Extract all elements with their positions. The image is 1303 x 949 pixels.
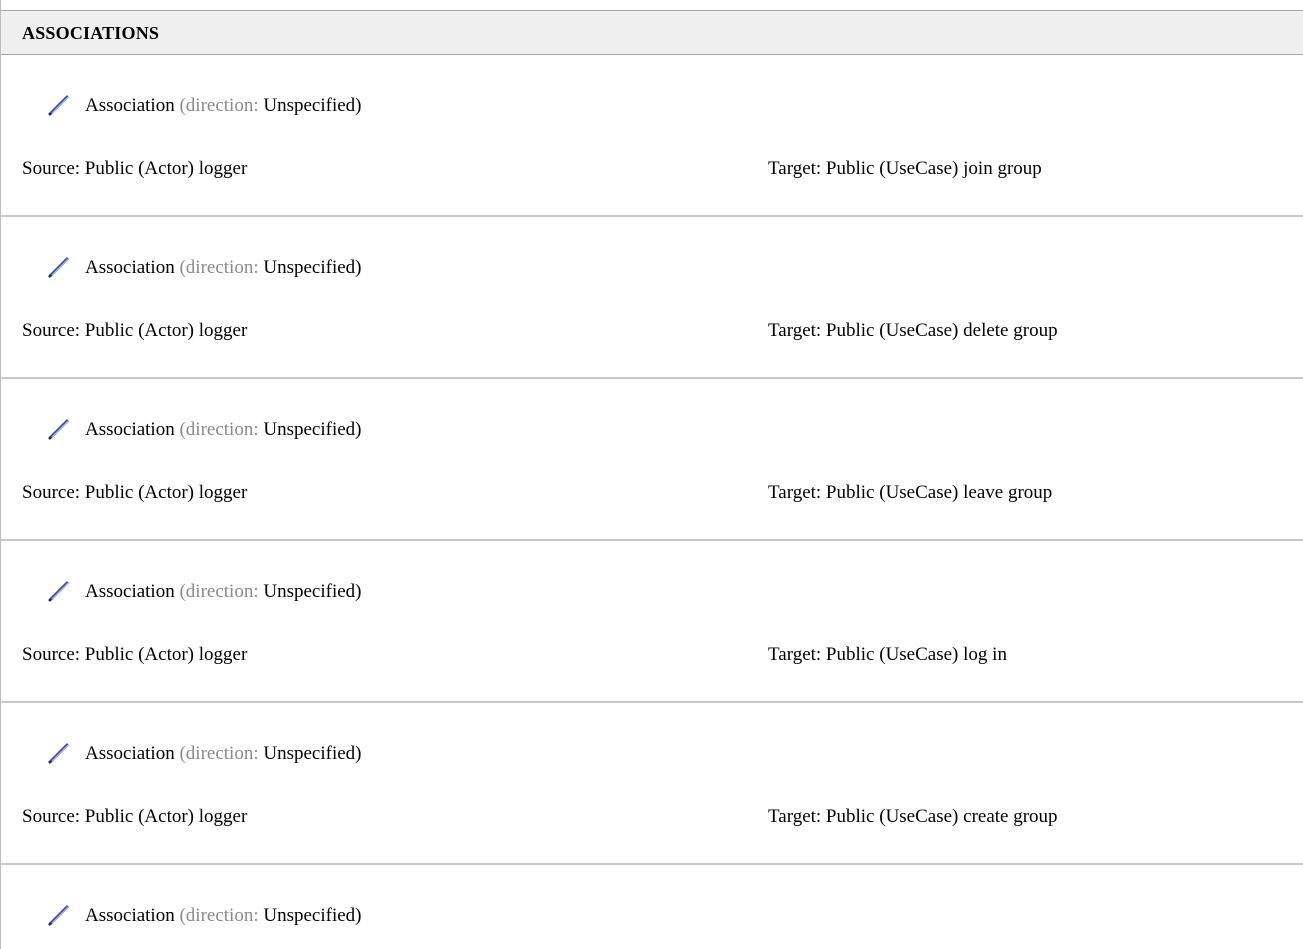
direction-value: Unspecified) <box>263 581 362 602</box>
direction-label: direction: <box>185 581 259 602</box>
direction-label: direction: <box>185 95 259 116</box>
association-target: Target: Public (UseCase) create group <box>768 806 1058 827</box>
association-source: Source: Public (Actor) logger <box>22 644 248 665</box>
association-item: Association (direction: Unspecified) Sou… <box>1 703 1303 865</box>
direction-label: direction: <box>185 905 259 926</box>
pencil-icon <box>48 257 69 278</box>
associations-panel: ASSOCIATIONS Association (direction: Uns… <box>0 0 1303 949</box>
association-item: Association (direction: Unspecified) Sou… <box>1 541 1303 703</box>
association-label: Association <box>85 257 175 278</box>
direction-value: Unspecified) <box>263 419 362 440</box>
direction-label: direction: <box>185 743 259 764</box>
association-label: Association <box>85 95 175 116</box>
association-label: Association <box>85 581 175 602</box>
association-label: Association <box>85 419 175 440</box>
association-target: Target: Public (UseCase) join group <box>768 158 1042 179</box>
association-target: Target: Public (UseCase) log in <box>768 644 1007 665</box>
pencil-icon <box>48 419 69 440</box>
association-label: Association <box>85 743 175 764</box>
association-item: Association (direction: Unspecified) Sou… <box>1 217 1303 379</box>
direction-value: Unspecified) <box>263 257 362 278</box>
association-source: Source: Public (Actor) logger <box>22 320 248 341</box>
pencil-icon <box>48 743 69 764</box>
association-item: Association (direction: Unspecified) <box>1 865 1303 949</box>
association-source: Source: Public (Actor) logger <box>22 158 248 179</box>
direction-label: direction: <box>185 257 259 278</box>
association-source: Source: Public (Actor) logger <box>22 482 248 503</box>
pencil-icon <box>48 905 69 926</box>
association-target: Target: Public (UseCase) delete group <box>768 320 1058 341</box>
direction-label: direction: <box>185 419 259 440</box>
association-item: Association (direction: Unspecified) Sou… <box>1 55 1303 217</box>
association-target: Target: Public (UseCase) leave group <box>768 482 1053 503</box>
direction-value: Unspecified) <box>263 95 362 116</box>
association-label: Association <box>85 905 175 926</box>
pencil-icon <box>48 95 69 116</box>
association-source: Source: Public (Actor) logger <box>22 806 248 827</box>
section-title: ASSOCIATIONS <box>22 23 160 43</box>
direction-value: Unspecified) <box>263 905 362 926</box>
direction-value: Unspecified) <box>263 743 362 764</box>
pencil-icon <box>48 581 69 602</box>
association-item: Association (direction: Unspecified) Sou… <box>1 379 1303 541</box>
section-header: ASSOCIATIONS <box>1 10 1303 55</box>
